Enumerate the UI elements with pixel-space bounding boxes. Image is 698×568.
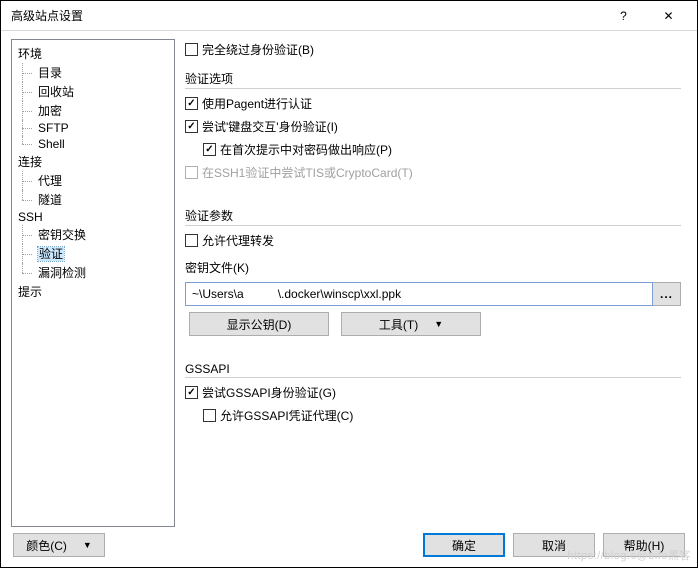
auth-panel: 完全绕过身份验证(B) 验证选项 使用Pagent进行认证 尝试'键盘交互'身份… [183, 39, 687, 527]
use-pagent-label: 使用Pagent进行认证 [202, 95, 312, 112]
tree-shell[interactable]: Shell [14, 136, 172, 152]
spacer [185, 187, 681, 195]
gssapi-proxy-row: 允许GSSAPI凭证代理(C) [185, 407, 681, 424]
cancel-button[interactable]: 取消 [513, 533, 595, 557]
use-pagent-row: 使用Pagent进行认证 [185, 95, 681, 112]
auth-options-caption: 验证选项 [185, 70, 681, 87]
respond-pw-row: 在首次提示中对密码做出响应(P) [185, 141, 681, 158]
tree-recyclebin[interactable]: 回收站 [14, 82, 172, 101]
key-file-row: ~\Users\a████\.docker\winscp\xxl.ppk ... [185, 282, 681, 306]
tree-bugs[interactable]: 漏洞检测 [14, 263, 172, 282]
divider [185, 88, 681, 89]
key-file-input[interactable]: ~\Users\a████\.docker\winscp\xxl.ppk [185, 282, 653, 306]
help-button[interactable]: ? [601, 1, 646, 30]
gssapi-auth-row: 尝试GSSAPI身份验证(G) [185, 384, 681, 401]
tree-directory[interactable]: 目录 [14, 63, 172, 82]
tree-environment[interactable]: 环境 [14, 44, 172, 63]
kbd-interactive-label: 尝试'键盘交互'身份验证(I) [202, 118, 338, 135]
kbd-interactive-row: 尝试'键盘交互'身份验证(I) [185, 118, 681, 135]
auth-options-group: 验证选项 [185, 64, 681, 89]
tree-connection[interactable]: 连接 [14, 152, 172, 171]
chevron-down-icon: ▼ [434, 319, 443, 329]
gssapi-caption: GSSAPI [185, 362, 681, 376]
auth-params-caption: 验证参数 [185, 207, 681, 224]
respond-pw-label: 在首次提示中对密码做出响应(P) [220, 141, 392, 158]
agent-fwd-label: 允许代理转发 [202, 232, 274, 249]
main-area: 环境 目录 回收站 加密 SFTP Shell 连接 代理 隧道 SSH 密钥交… [11, 39, 687, 527]
tis-checkbox [185, 166, 198, 179]
tis-row: 在SSH1验证中尝试TIS或CryptoCard(T) [185, 164, 681, 181]
gssapi-group: GSSAPI [185, 356, 681, 378]
use-pagent-checkbox[interactable] [185, 97, 198, 110]
tis-label: 在SSH1验证中尝试TIS或CryptoCard(T) [202, 164, 413, 181]
agent-fwd-row: 允许代理转发 [185, 232, 681, 249]
dialog-footer: 颜色(C)▼ 确定 取消 帮助(H) [11, 527, 687, 561]
respond-pw-checkbox[interactable] [203, 143, 216, 156]
divider [185, 225, 681, 226]
bypass-auth-label: 完全绕过身份验证(B) [202, 41, 314, 58]
agent-fwd-checkbox[interactable] [185, 234, 198, 247]
tree-sftp[interactable]: SFTP [14, 120, 172, 136]
tree-authentication[interactable]: 验证 [14, 244, 172, 263]
ok-button[interactable]: 确定 [423, 533, 505, 557]
bypass-auth-row: 完全绕过身份验证(B) [185, 41, 681, 58]
help-button-footer[interactable]: 帮助(H) [603, 533, 685, 557]
dialog-title: 高级站点设置 [11, 7, 601, 24]
auth-params-group: 验证参数 [185, 201, 681, 226]
tree-proxy[interactable]: 代理 [14, 171, 172, 190]
gssapi-auth-checkbox[interactable] [185, 386, 198, 399]
titlebar: 高级站点设置 ? ✕ [1, 1, 697, 31]
gssapi-proxy-label: 允许GSSAPI凭证代理(C) [220, 407, 353, 424]
key-file-label: 密钥文件(K) [185, 259, 681, 276]
bypass-auth-checkbox[interactable] [185, 43, 198, 56]
tree-encryption[interactable]: 加密 [14, 101, 172, 120]
key-buttons-row: 显示公钥(D) 工具(T)▼ [185, 312, 681, 336]
tools-button[interactable]: 工具(T)▼ [341, 312, 481, 336]
divider [185, 377, 681, 378]
color-button[interactable]: 颜色(C)▼ [13, 533, 105, 557]
settings-tree[interactable]: 环境 目录 回收站 加密 SFTP Shell 连接 代理 隧道 SSH 密钥交… [11, 39, 175, 527]
dialog-body: 环境 目录 回收站 加密 SFTP Shell 连接 代理 隧道 SSH 密钥交… [1, 31, 697, 567]
kbd-interactive-checkbox[interactable] [185, 120, 198, 133]
chevron-down-icon: ▼ [83, 540, 92, 550]
show-pubkey-button[interactable]: 显示公钥(D) [189, 312, 329, 336]
tree-note[interactable]: 提示 [14, 282, 172, 301]
spacer [185, 342, 681, 350]
tree-ssh[interactable]: SSH [14, 209, 172, 225]
advanced-site-settings-dialog: 高级站点设置 ? ✕ 环境 目录 回收站 加密 SFTP Shell 连接 代理… [0, 0, 698, 568]
tree-keyexchange[interactable]: 密钥交换 [14, 225, 172, 244]
tree-tunnel[interactable]: 隧道 [14, 190, 172, 209]
gssapi-auth-label: 尝试GSSAPI身份验证(G) [202, 384, 336, 401]
gssapi-proxy-checkbox[interactable] [203, 409, 216, 422]
close-button[interactable]: ✕ [646, 1, 691, 30]
browse-button[interactable]: ... [653, 282, 681, 306]
